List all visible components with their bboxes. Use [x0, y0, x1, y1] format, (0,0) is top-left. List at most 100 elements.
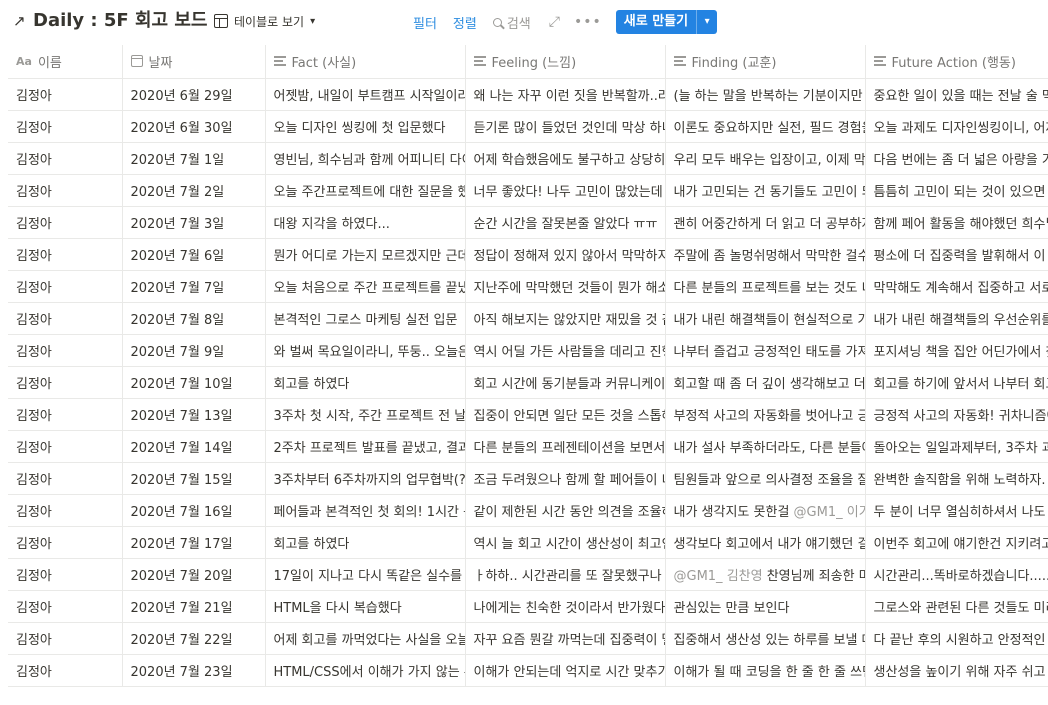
cell-fact[interactable]: 어젯밤, 내일이 부트캠프 시작일이라: [264, 77, 466, 111]
cell-date[interactable]: 2020년 7월 2일: [121, 173, 266, 207]
cell-date[interactable]: 2020년 6월 30일: [121, 109, 266, 143]
cell-name[interactable]: 김정아: [8, 589, 123, 623]
cell-date[interactable]: 2020년 7월 9일: [121, 333, 266, 367]
cell-future-action[interactable]: 생산성을 높이기 위해 자주 쉬고: [864, 653, 1048, 687]
filter-button[interactable]: 필터: [413, 13, 437, 32]
cell-feeling[interactable]: 같이 제한된 시간 동안 의견을 조율하: [464, 493, 666, 527]
cell-fact[interactable]: HTML/CSS에서 이해가 가지 않는 부: [264, 653, 466, 687]
cell-date[interactable]: 2020년 7월 15일: [121, 461, 266, 495]
cell-fact[interactable]: 3주차부터 6주차까지의 업무협박(?): [264, 461, 466, 495]
cell-name[interactable]: 김정아: [8, 333, 123, 367]
table-row[interactable]: 김정아 2020년 7월 2일 오늘 주간프로젝트에 대한 질문을 했 너무 좋았다!…: [8, 173, 1048, 207]
cell-feeling[interactable]: 이해가 안되는데 억지로 시간 맞추기: [464, 653, 666, 687]
cell-feeling[interactable]: 회고 시간에 동기분들과 커뮤니케이션: [464, 365, 666, 399]
column-header-date[interactable]: 날짜: [121, 45, 266, 79]
cell-feeling[interactable]: 왜 나는 자꾸 이런 짓을 반복할까..라: [464, 77, 666, 111]
cell-fact[interactable]: 17일이 지나고 다시 똑같은 실수를: [264, 557, 466, 591]
table-row[interactable]: 김정아 2020년 7월 1일 영빈님, 희수님과 함께 어피니티 다이 어제 학습했…: [8, 141, 1048, 175]
user-mention[interactable]: @GM1_ 이가: [794, 505, 864, 520]
cell-name[interactable]: 김정아: [8, 397, 123, 431]
cell-finding[interactable]: 부정적 사고의 자동화를 벗어나고 긍: [664, 397, 866, 431]
cell-finding[interactable]: @GM1_ 김찬영 찬영님께 죄송한 마: [664, 557, 866, 591]
cell-finding[interactable]: 주말에 좀 놀멍쉬멍해서 막막한 걸수도: [664, 237, 866, 271]
cell-finding[interactable]: 나부터 즐겁고 긍정적인 태도를 가져: [664, 333, 866, 367]
cell-name[interactable]: 김정아: [8, 461, 123, 495]
table-row[interactable]: 김정아 2020년 7월 15일 3주차부터 6주차까지의 업무협박(?) 조금 두려…: [8, 461, 1048, 495]
cell-future-action[interactable]: 평소에 더 집중력을 발휘해서 이 부: [864, 237, 1048, 271]
cell-fact[interactable]: 대왕 지각을 하였다...: [264, 205, 466, 239]
cell-finding[interactable]: 이해가 될 때 코딩을 한 줄 한 줄 쓰던: [664, 653, 866, 687]
cell-feeling[interactable]: 조금 두려웠으나 함께 할 페어들이 너: [464, 461, 666, 495]
cell-date[interactable]: 2020년 7월 17일: [121, 525, 266, 559]
table-row[interactable]: 김정아 2020년 7월 6일 뭔가 어디로 가는지 모르겠지만 근데 정답이 정해져…: [8, 237, 1048, 271]
cell-feeling[interactable]: 지난주에 막막했던 것들이 뭔가 해소: [464, 269, 666, 303]
cell-finding[interactable]: 관심있는 만큼 보인다: [664, 589, 866, 623]
table-row[interactable]: 김정아 2020년 6월 29일 어젯밤, 내일이 부트캠프 시작일이라 왜 나는 자…: [8, 77, 1048, 111]
expand-icon[interactable]: ⤢: [549, 14, 560, 30]
cell-feeling[interactable]: 너무 좋았다! 나두 고민이 많았는데: [464, 173, 666, 207]
cell-fact[interactable]: 영빈님, 희수님과 함께 어피니티 다이: [264, 141, 466, 175]
cell-future-action[interactable]: 돌아오는 일일과제부터, 3주차 과: [864, 429, 1048, 463]
cell-date[interactable]: 2020년 7월 22일: [121, 621, 266, 655]
cell-future-action[interactable]: 회고를 하기에 앞서서 나부터 회고: [864, 365, 1048, 399]
table-row[interactable]: 김정아 2020년 7월 3일 대왕 지각을 하였다... 순간 시간을 잘못본줄 알…: [8, 205, 1048, 239]
cell-name[interactable]: 김정아: [8, 173, 123, 207]
cell-feeling[interactable]: ㅏ하하.. 시간관리를 또 잘못했구나: [464, 557, 666, 591]
cell-feeling[interactable]: 어제 학습했음에도 불구하고 상당히: [464, 141, 666, 175]
cell-name[interactable]: 김정아: [8, 301, 123, 335]
table-row[interactable]: 김정아 2020년 7월 17일 회고를 하였다 역시 늘 회고 시간이 생산성이 최…: [8, 525, 1048, 559]
cell-finding[interactable]: 내가 내린 해결책들이 현실적으로 가: [664, 301, 866, 335]
cell-name[interactable]: 김정아: [8, 557, 123, 591]
cell-finding[interactable]: 내가 생각지도 못한걸 @GM1_ 이가: [664, 493, 866, 527]
cell-fact[interactable]: 페어들과 본격적인 첫 회의! 1시간 동: [264, 493, 466, 527]
cell-date[interactable]: 2020년 7월 14일: [121, 429, 266, 463]
cell-date[interactable]: 2020년 7월 6일: [121, 237, 266, 271]
more-horizontal-icon[interactable]: •••: [574, 14, 602, 30]
cell-name[interactable]: 김정아: [8, 141, 123, 175]
cell-date[interactable]: 2020년 7월 20일: [121, 557, 266, 591]
cell-future-action[interactable]: 오늘 과제도 디자인씽킹이니, 어제: [864, 109, 1048, 143]
cell-future-action[interactable]: 내가 내린 해결책들의 우선순위를: [864, 301, 1048, 335]
cell-fact[interactable]: 본격적인 그로스 마케팅 실전 입문: [264, 301, 466, 335]
cell-name[interactable]: 김정아: [8, 205, 123, 239]
cell-finding[interactable]: (늘 하는 말을 반복하는 기분이지만: [664, 77, 866, 111]
cell-date[interactable]: 2020년 7월 16일: [121, 493, 266, 527]
cell-name[interactable]: 김정아: [8, 365, 123, 399]
cell-name[interactable]: 김정아: [8, 653, 123, 687]
cell-name[interactable]: 김정아: [8, 525, 123, 559]
cell-future-action[interactable]: 긍정적 사고의 자동화! 귀차니즘에: [864, 397, 1048, 431]
cell-fact[interactable]: 오늘 주간프로젝트에 대한 질문을 했: [264, 173, 466, 207]
new-button-dropdown-icon[interactable]: ▾: [697, 10, 717, 34]
cell-feeling[interactable]: 자꾸 요즘 뭔갈 까먹는데 집중력이 떨: [464, 621, 666, 655]
page-title[interactable]: Daily : 5F 회고 보드: [33, 8, 208, 34]
cell-feeling[interactable]: 집중이 안되면 일단 모든 것을 스톱해: [464, 397, 666, 431]
cell-future-action[interactable]: 막막해도 계속해서 집중하고 서로: [864, 269, 1048, 303]
cell-fact[interactable]: 오늘 처음으로 주간 프로젝트를 끝냈: [264, 269, 466, 303]
table-row[interactable]: 김정아 2020년 7월 7일 오늘 처음으로 주간 프로젝트를 끝냈 지난주에 막막…: [8, 269, 1048, 303]
table-row[interactable]: 김정아 2020년 7월 22일 어제 회고를 까먹었다는 사실을 오늘 자꾸 요즘 …: [8, 621, 1048, 655]
cell-date[interactable]: 2020년 7월 21일: [121, 589, 266, 623]
cell-fact[interactable]: 와 벌써 목요일이라니, 뚜둥.. 오늘은: [264, 333, 466, 367]
cell-fact[interactable]: 오늘 디자인 씽킹에 첫 입문했다: [264, 109, 466, 143]
cell-date[interactable]: 2020년 7월 10일: [121, 365, 266, 399]
cell-name[interactable]: 김정아: [8, 429, 123, 463]
cell-finding[interactable]: 다른 분들의 프로젝트를 보는 것도 너: [664, 269, 866, 303]
cell-future-action[interactable]: 그로스와 관련된 다른 것들도 미리: [864, 589, 1048, 623]
cell-feeling[interactable]: 아직 해보지는 않았지만 재밌을 것 같: [464, 301, 666, 335]
column-header-finding[interactable]: Finding (교훈): [664, 45, 866, 79]
cell-future-action[interactable]: 틈틈히 고민이 되는 것이 있으면 질: [864, 173, 1048, 207]
cell-date[interactable]: 2020년 7월 23일: [121, 653, 266, 687]
cell-future-action[interactable]: 시간관리...똑바로하겠습니다.....: [864, 557, 1048, 591]
column-header-fact[interactable]: Fact (사실): [264, 45, 466, 79]
cell-future-action[interactable]: 이번주 회고에 얘기한건 지키려고: [864, 525, 1048, 559]
cell-name[interactable]: 김정아: [8, 493, 123, 527]
user-mention[interactable]: @GM1_ 김찬영: [674, 569, 763, 584]
table-row[interactable]: 김정아 2020년 7월 13일 3주차 첫 시작, 주간 프로젝트 전 날 집중이 …: [8, 397, 1048, 431]
cell-feeling[interactable]: 정답이 정해져 있지 않아서 막막하지: [464, 237, 666, 271]
sort-button[interactable]: 정렬: [453, 13, 477, 32]
cell-finding[interactable]: 괜히 어중간하게 더 읽고 더 공부하자: [664, 205, 866, 239]
table-row[interactable]: 김정아 2020년 7월 14일 2주차 프로젝트 발표를 끝냈고, 결과 다른 분들…: [8, 429, 1048, 463]
cell-finding[interactable]: 회고할 때 좀 더 깊이 생각해보고 더: [664, 365, 866, 399]
table-row[interactable]: 김정아 2020년 7월 8일 본격적인 그로스 마케팅 실전 입문 아직 해보지는 …: [8, 301, 1048, 335]
cell-future-action[interactable]: 포지셔닝 책을 집안 어딘가에서 찾: [864, 333, 1048, 367]
